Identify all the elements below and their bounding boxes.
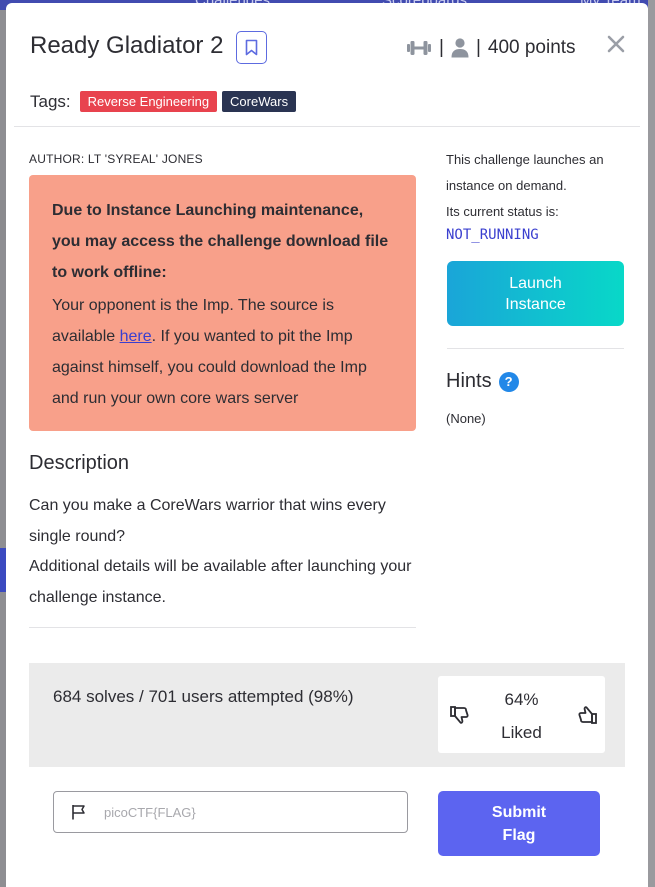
tags-row: Tags: Reverse Engineering CoreWars	[30, 91, 297, 112]
hints-value: (None)	[446, 411, 486, 426]
alert-body: Your opponent is the Imp. The source is …	[52, 290, 394, 414]
instance-status: NOT_RUNNING	[446, 227, 539, 243]
tag-corewars[interactable]: CoreWars	[222, 91, 297, 112]
launch-instance-button[interactable]: Launch Instance	[447, 261, 624, 326]
challenge-stats: | | 400 points	[406, 37, 576, 59]
thumbs-up-icon	[578, 706, 597, 724]
background-right-strip	[648, 0, 655, 887]
stats-separator-2: |	[475, 37, 481, 58]
maintenance-alert: Due to Instance Launching maintenance, y…	[29, 175, 416, 431]
dumbbell-icon	[407, 41, 431, 55]
solves-panel: 684 solves / 701 users attempted (98%) 6…	[29, 663, 625, 767]
stats-separator-1: |	[439, 37, 444, 58]
source-link[interactable]: here	[120, 328, 152, 345]
help-icon[interactable]: ?	[498, 371, 519, 392]
flag-input-wrapper[interactable]	[53, 791, 408, 833]
description-heading: Description	[29, 452, 130, 474]
points-value: 400 points	[487, 37, 576, 58]
thumbs-up-button[interactable]	[577, 705, 597, 730]
challenge-modal: Ready Gladiator 2 | | 400 points Tags: R…	[6, 3, 648, 887]
header-divider	[14, 126, 640, 127]
flag-icon	[72, 805, 85, 820]
author: AUTHOR: LT 'SYREAL' JONES	[29, 152, 203, 166]
sidebar-divider	[447, 348, 624, 349]
solves-text: 684 solves / 701 users attempted (98%)	[53, 687, 354, 706]
flag-input[interactable]	[102, 803, 386, 821]
instance-status-label: Its current status is:	[446, 204, 559, 219]
tag-reverse-engineering[interactable]: Reverse Engineering	[79, 91, 218, 112]
description-text: Can you make a CoreWars warrior that win…	[29, 491, 419, 613]
user-icon	[451, 38, 469, 58]
bookmark-icon	[245, 39, 258, 56]
challenge-title: Ready Gladiator 2	[30, 32, 224, 59]
like-card: 64% Liked	[438, 676, 605, 753]
alert-bold-text: Due to Instance Launching maintenance, y…	[52, 202, 389, 281]
close-icon	[607, 35, 625, 53]
hints-heading: Hints ?	[446, 370, 519, 393]
close-button[interactable]	[607, 31, 625, 57]
description-line: Can you make a CoreWars warrior that win…	[29, 497, 386, 545]
instance-info: This challenge launches an instance on d…	[446, 147, 626, 225]
submit-flag-button[interactable]: Submit Flag	[438, 791, 600, 856]
hints-title: Hints	[446, 370, 492, 392]
instance-info-text: This challenge launches an instance on d…	[446, 152, 604, 193]
bookmark-button[interactable]	[236, 31, 267, 64]
description-line: Additional details will be available aft…	[29, 558, 412, 606]
description-divider	[29, 627, 416, 628]
tags-label: Tags:	[30, 91, 71, 111]
